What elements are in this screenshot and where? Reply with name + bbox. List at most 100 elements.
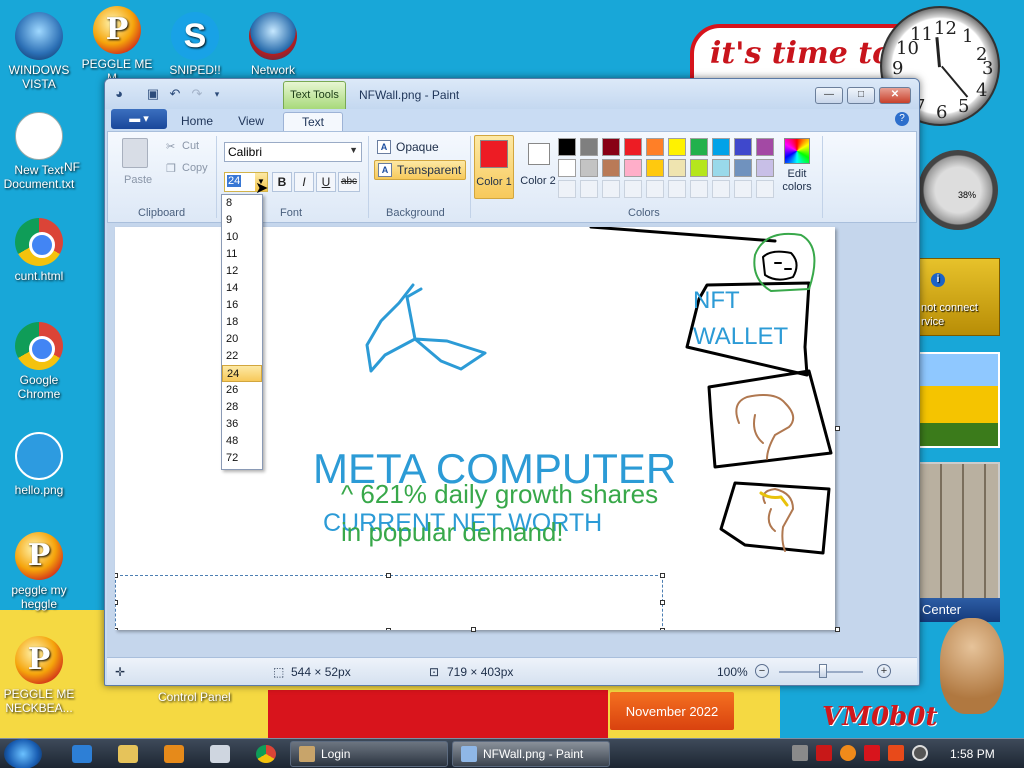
palette-color-swatch[interactable] — [690, 138, 708, 156]
tray-icon[interactable] — [816, 745, 832, 761]
font-size-option[interactable]: 10 — [222, 229, 262, 246]
resize-handle[interactable] — [660, 573, 665, 578]
text-selection-box[interactable] — [115, 573, 665, 630]
desktop-icon-nf[interactable]: NF — [64, 160, 104, 174]
font-size-option[interactable]: 36 — [222, 416, 262, 433]
cut-icon[interactable]: ✂ — [166, 140, 175, 153]
empty-color-swatch[interactable] — [602, 180, 620, 198]
palette-color-swatch[interactable] — [712, 138, 730, 156]
palette-color-swatch[interactable] — [558, 159, 576, 177]
weather-gadget[interactable]: i not connect rvice — [918, 258, 1000, 336]
empty-color-swatch[interactable] — [580, 180, 598, 198]
tab-text[interactable]: Text — [283, 112, 343, 131]
empty-color-swatch[interactable] — [668, 180, 686, 198]
cpu-meter-gadget[interactable]: 38% — [918, 150, 998, 230]
font-size-option[interactable]: 72 — [222, 450, 262, 467]
maximize-button[interactable]: □ — [847, 87, 875, 104]
desktop-icon-control-panel[interactable]: Control Panel — [158, 690, 231, 704]
search-icon[interactable] — [840, 745, 856, 761]
palette-color-swatch[interactable] — [602, 159, 620, 177]
desktop-icon-peggle-me-neckbeard[interactable]: P PEGGLE ME NECKBEA... — [0, 636, 78, 715]
media-player-icon[interactable] — [164, 745, 184, 763]
palette-color-swatch[interactable] — [602, 138, 620, 156]
font-size-option[interactable]: 12 — [222, 263, 262, 280]
palette-color-swatch[interactable] — [734, 138, 752, 156]
tab-view[interactable]: View — [225, 112, 277, 131]
help-icon[interactable]: ? — [895, 112, 909, 126]
palette-color-swatch[interactable] — [756, 159, 774, 177]
desktop-icon-google-chrome[interactable]: Google Chrome — [0, 322, 78, 401]
internet-explorer-icon[interactable] — [72, 745, 92, 763]
palette-color-swatch[interactable] — [690, 159, 708, 177]
paste-icon[interactable] — [122, 138, 148, 168]
flag-icon[interactable] — [864, 745, 880, 761]
color1-button[interactable]: Color 1 — [474, 135, 514, 199]
desktop-icon-peggle-my-heggle[interactable]: P peggle my heggle — [0, 532, 78, 611]
palette-color-swatch[interactable] — [668, 159, 686, 177]
taskbar-item-paint[interactable]: NFWall.png - Paint — [452, 741, 610, 767]
palette-color-swatch[interactable] — [646, 138, 664, 156]
desktop-icon-windows-vista[interactable]: WINDOWS VISTA — [0, 12, 78, 91]
canvas-resize-handle[interactable] — [835, 426, 840, 431]
opaque-option[interactable]: A Opaque — [374, 138, 443, 158]
font-size-option[interactable]: 28 — [222, 399, 262, 416]
zoom-out-button[interactable]: − — [755, 664, 769, 678]
media-gadget[interactable] — [918, 462, 1000, 600]
italic-button[interactable]: I — [294, 172, 314, 192]
title-bar[interactable]: ◕ ▣ ↶ ↷ ▾ Text Tools NFWall.png - Paint … — [105, 79, 919, 109]
font-size-option[interactable]: 26 — [222, 382, 262, 399]
resize-handle[interactable] — [386, 628, 391, 630]
font-size-option[interactable]: 14 — [222, 280, 262, 297]
taskbar-item-login[interactable]: Login — [290, 741, 448, 767]
folder-icon[interactable] — [118, 745, 138, 763]
underline-button[interactable]: U — [316, 172, 336, 192]
paste-button[interactable]: Paste — [124, 174, 152, 186]
font-size-option[interactable]: 16 — [222, 297, 262, 314]
undo-icon[interactable]: ↶ — [167, 86, 183, 102]
chrome-icon[interactable] — [256, 745, 276, 763]
empty-color-swatch[interactable] — [558, 180, 576, 198]
font-size-option[interactable]: 24 — [222, 365, 262, 382]
desktop-icon-new-text-document[interactable]: New Text Document.txt — [0, 112, 78, 191]
palette-color-swatch[interactable] — [580, 138, 598, 156]
palette-color-swatch[interactable] — [668, 138, 686, 156]
empty-color-swatch[interactable] — [712, 180, 730, 198]
transparent-option[interactable]: A Transparent — [374, 160, 467, 180]
slideshow-gadget[interactable] — [918, 352, 1000, 448]
font-size-dropdown-list[interactable]: 8 9 10 11 12 14 16 18 20 22 24 26 28 36 48 72 — [221, 194, 263, 470]
empty-color-swatch[interactable] — [690, 180, 708, 198]
copy-icon[interactable]: ❐ — [166, 162, 176, 175]
empty-color-swatch[interactable] — [734, 180, 752, 198]
color2-button[interactable]: Color 2 — [518, 135, 558, 199]
empty-color-swatch[interactable] — [646, 180, 664, 198]
palette-color-swatch[interactable] — [712, 159, 730, 177]
zoom-slider-thumb[interactable] — [819, 664, 827, 678]
minimize-button[interactable]: — — [815, 87, 843, 104]
tray-icon[interactable] — [888, 745, 904, 761]
taskbar-clock[interactable]: 1:58 PM — [950, 747, 995, 761]
resize-handle[interactable] — [660, 600, 665, 605]
palette-color-swatch[interactable] — [646, 159, 664, 177]
quick-access-dropdown-icon[interactable]: ▾ — [209, 86, 225, 102]
canvas-resize-handle[interactable] — [835, 627, 840, 632]
empty-color-swatch[interactable] — [624, 180, 642, 198]
tray-icon[interactable] — [792, 745, 808, 761]
empty-color-swatch[interactable] — [756, 180, 774, 198]
font-size-option[interactable]: 11 — [222, 246, 262, 263]
resize-handle[interactable] — [115, 600, 118, 605]
canvas-resize-handle[interactable] — [471, 627, 476, 632]
resize-handle[interactable] — [115, 573, 118, 578]
edit-colors-button[interactable]: Edit colors — [778, 138, 816, 194]
palette-color-swatch[interactable] — [580, 159, 598, 177]
media-center-gadget[interactable]: Center — [918, 598, 1000, 622]
close-button[interactable]: ✕ — [879, 87, 911, 104]
calculator-icon[interactable] — [210, 745, 230, 763]
desktop-icon-peggle-me[interactable]: P PEGGLE ME M... — [78, 6, 156, 85]
bold-button[interactable]: B — [272, 172, 292, 192]
start-button[interactable] — [4, 739, 42, 768]
font-size-option[interactable]: 48 — [222, 433, 262, 450]
desktop-icon-hello-png[interactable]: hello.png — [0, 432, 78, 497]
font-size-option[interactable]: 18 — [222, 314, 262, 331]
font-size-option[interactable]: 9 — [222, 212, 262, 229]
palette-color-swatch[interactable] — [624, 138, 642, 156]
